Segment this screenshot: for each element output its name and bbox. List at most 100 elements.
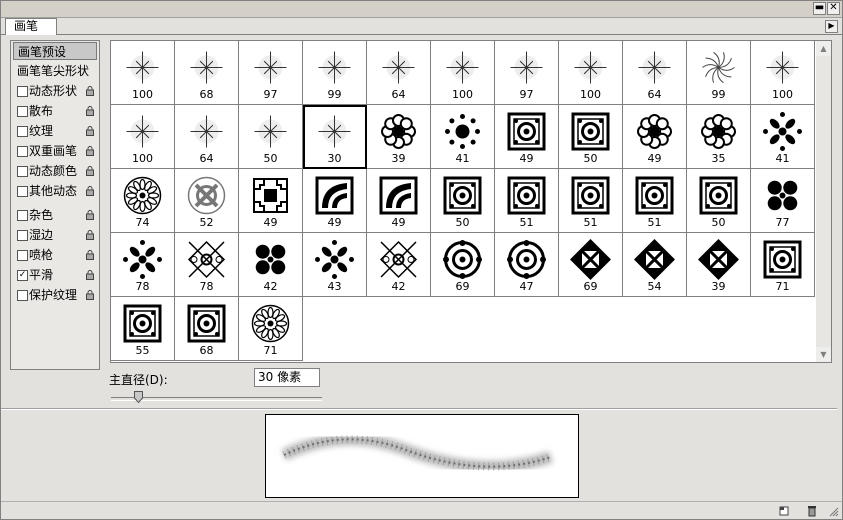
lock-icon[interactable]	[86, 106, 94, 116]
sidebar-item[interactable]: 纹理	[13, 122, 97, 140]
brush-preset-ring[interactable]: 69	[431, 233, 495, 297]
brush-preset-tile[interactable]: 68	[175, 297, 239, 361]
brush-preset-ring[interactable]: 47	[495, 233, 559, 297]
brush-preset-star[interactable]: 97	[495, 41, 559, 105]
sidebar-checkbox[interactable]	[17, 86, 28, 97]
sidebar-checkbox[interactable]	[17, 166, 28, 177]
brush-swirl-icon	[702, 51, 735, 84]
sidebar-item[interactable]: 其他动态	[13, 182, 97, 200]
brush-preset-star[interactable]: 100	[431, 41, 495, 105]
brush-preset-star[interactable]: 30	[303, 105, 367, 169]
brush-preset-star[interactable]: 100	[111, 105, 175, 169]
sidebar-item-label: 其他动态	[29, 184, 78, 198]
brush-preset-flower[interactable]: 35	[687, 105, 751, 169]
brush-preset-tile[interactable]: 55	[111, 297, 175, 361]
brush-preset-fan[interactable]: 49	[303, 169, 367, 233]
sidebar-item[interactable]: 画笔笔尖形状	[13, 62, 97, 80]
sidebar-item[interactable]: 杂色	[13, 206, 97, 224]
panel-menu-arrow-icon[interactable]: ▶	[825, 20, 838, 33]
brush-preset-star[interactable]: 100	[751, 41, 815, 105]
brush-preset-swirl[interactable]: 99	[687, 41, 751, 105]
brush-preset-cross[interactable]: 78	[111, 233, 175, 297]
brush-preset-knot[interactable]: 52	[175, 169, 239, 233]
brush-preset-ornate[interactable]: 42	[367, 233, 431, 297]
brush-preset-rosette[interactable]: 74	[111, 169, 175, 233]
brush-preset-diamond[interactable]: 69	[559, 233, 623, 297]
lock-icon[interactable]	[86, 126, 94, 136]
sidebar-item[interactable]: 保护纹理	[13, 286, 97, 304]
brush-preset-cross[interactable]: 43	[303, 233, 367, 297]
resize-grip-icon[interactable]	[827, 505, 839, 517]
brush-preset-tile[interactable]: 51	[559, 169, 623, 233]
create-new-brush-icon[interactable]	[778, 505, 790, 517]
brush-preset-tile[interactable]: 51	[495, 169, 559, 233]
minimize-icon[interactable]: ▬	[813, 2, 826, 15]
brush-preset-cross[interactable]: 41	[751, 105, 815, 169]
sidebar-checkbox[interactable]	[17, 210, 28, 221]
brush-preset-fan[interactable]: 49	[367, 169, 431, 233]
brush-preset-fret[interactable]: 49	[239, 169, 303, 233]
brush-grid-scrollbar[interactable]: ▲ ▼	[816, 40, 832, 363]
brush-preset-star[interactable]: 50	[239, 105, 303, 169]
sidebar-item[interactable]: 喷枪	[13, 246, 97, 264]
sidebar-checkbox[interactable]	[17, 126, 28, 137]
sidebar-item[interactable]: 散布	[13, 102, 97, 120]
brush-preset-star[interactable]: 97	[239, 41, 303, 105]
sidebar-checkbox[interactable]	[17, 146, 28, 157]
sidebar-checkbox[interactable]	[17, 106, 28, 117]
brush-preset-tile[interactable]: 71	[751, 233, 815, 297]
brush-preset-diamond[interactable]: 54	[623, 233, 687, 297]
delete-brush-icon[interactable]	[806, 505, 818, 517]
sidebar-item[interactable]: 湿边	[13, 226, 97, 244]
brush-preset-rosette[interactable]: 71	[239, 297, 303, 361]
sidebar-checkbox[interactable]	[17, 290, 28, 301]
lock-icon[interactable]	[86, 86, 94, 96]
lock-icon[interactable]	[86, 186, 94, 196]
master-diameter-input[interactable]	[254, 368, 320, 387]
brush-preset-star[interactable]: 64	[175, 105, 239, 169]
brush-size-label: 41	[455, 152, 470, 165]
brush-preset-flower[interactable]: 49	[623, 105, 687, 169]
sidebar-checkbox[interactable]	[17, 250, 28, 261]
sidebar-checkbox[interactable]	[17, 186, 28, 197]
sidebar-item[interactable]: 双重画笔	[13, 142, 97, 160]
sidebar-item[interactable]: 动态形状	[13, 82, 97, 100]
brush-clover-icon	[255, 244, 286, 275]
sidebar-item[interactable]: ✓ 平滑	[13, 266, 97, 284]
brush-preset-tile[interactable]: 50	[431, 169, 495, 233]
brush-preset-diamond[interactable]: 39	[687, 233, 751, 297]
brush-preset-ornate[interactable]: 78	[175, 233, 239, 297]
scroll-up-icon[interactable]: ▲	[816, 41, 831, 56]
brush-preset-clover[interactable]: 42	[239, 233, 303, 297]
brush-preset-tile[interactable]: 50	[559, 105, 623, 169]
brush-preset-star[interactable]: 64	[367, 41, 431, 105]
brush-preset-star[interactable]: 99	[303, 41, 367, 105]
lock-icon[interactable]	[86, 166, 94, 176]
brush-preset-tile[interactable]: 50	[687, 169, 751, 233]
sidebar-checkbox[interactable]	[17, 230, 28, 241]
brush-size-label: 68	[199, 88, 214, 101]
brush-preset-tile[interactable]: 49	[495, 105, 559, 169]
brush-preset-tile[interactable]: 51	[623, 169, 687, 233]
lock-icon[interactable]	[86, 210, 94, 220]
sidebar-item[interactable]: 画笔预设	[13, 42, 97, 60]
brush-preset-star[interactable]: 64	[623, 41, 687, 105]
brush-preset-clover[interactable]: 77	[751, 169, 815, 233]
close-icon[interactable]: ✕	[827, 2, 840, 15]
tab-brushes[interactable]: 画笔	[5, 18, 58, 35]
brush-preset-star[interactable]: 68	[175, 41, 239, 105]
scroll-down-icon[interactable]: ▼	[816, 347, 831, 362]
brush-preset-flower[interactable]: 39	[367, 105, 431, 169]
slider-thumb[interactable]	[134, 391, 144, 403]
lock-icon[interactable]	[86, 290, 94, 300]
sidebar-item[interactable]: 动态颜色	[13, 162, 97, 180]
brush-preset-star[interactable]: 100	[111, 41, 175, 105]
lock-icon[interactable]	[86, 250, 94, 260]
sidebar-checkbox[interactable]: ✓	[17, 270, 28, 281]
brushes-panel: ▬ ✕ 画笔 ▶ 画笔预设画笔笔尖形状 动态形状散布纹理双重画笔动态颜色其他动态杂…	[0, 0, 843, 520]
lock-icon[interactable]	[86, 270, 94, 280]
brush-preset-dots[interactable]: 41	[431, 105, 495, 169]
brush-preset-star[interactable]: 100	[559, 41, 623, 105]
lock-icon[interactable]	[86, 146, 94, 156]
lock-icon[interactable]	[86, 230, 94, 240]
